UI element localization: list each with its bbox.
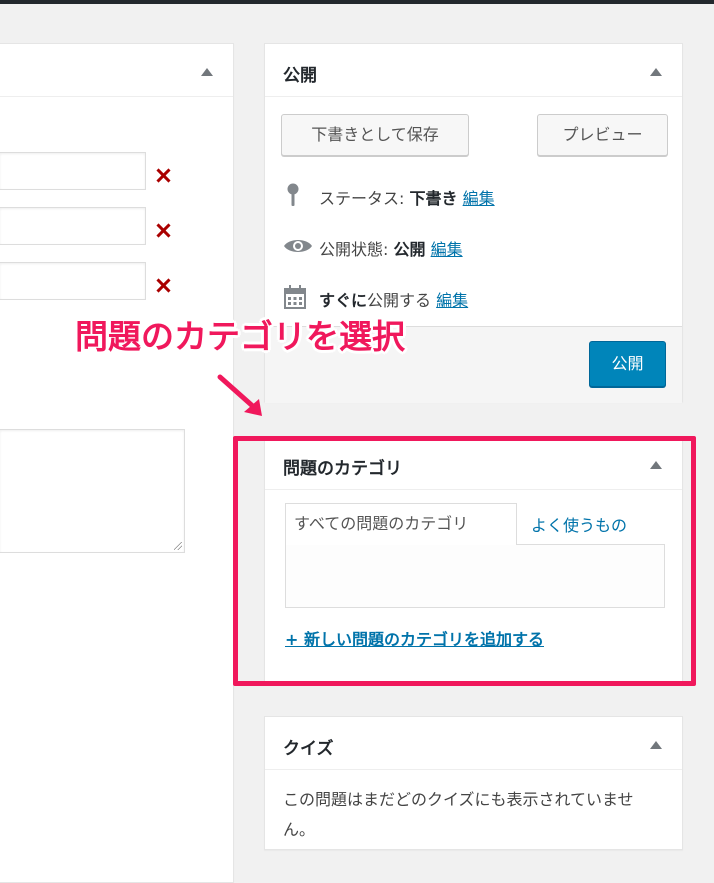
collapse-arrow-icon[interactable]	[650, 461, 662, 469]
collapse-arrow-icon[interactable]	[650, 741, 662, 749]
publish-button[interactable]: 公開	[589, 341, 666, 387]
tab-all-categories[interactable]: すべての問題のカテゴリ	[285, 503, 517, 545]
schedule-value: すぐに	[319, 291, 368, 310]
quiz-description: この問題はまだどのクイズにも表示されていません。	[283, 790, 634, 839]
answer-input-3[interactable]	[0, 262, 146, 300]
remove-answer-3-close-icon[interactable]	[156, 278, 170, 292]
annotation-label: 問題のカテゴリを選択	[75, 317, 405, 356]
category-box: 問題のカテゴリ すべての問題のカテゴリ よく使うもの + 新しい問題のカテゴリを…	[264, 436, 683, 682]
tab-popular-categories[interactable]: よく使うもの	[531, 512, 627, 536]
arrow-down-right-icon	[217, 374, 262, 416]
eye-icon	[284, 240, 312, 252]
quiz-box: クイズ この問題はまだどのクイズにも表示されていません。	[264, 716, 683, 850]
category-checklist[interactable]	[285, 544, 665, 608]
explanation-textarea[interactable]	[0, 429, 185, 553]
save-draft-button[interactable]: 下書きとして保存	[281, 114, 469, 156]
main-meta-box-header[interactable]	[0, 44, 233, 97]
visibility-label: 公開状態:	[319, 240, 389, 259]
visibility-value: 公開	[393, 240, 426, 259]
publish-box-header[interactable]: 公開	[265, 44, 682, 97]
pin-icon	[287, 183, 299, 206]
collapse-arrow-icon[interactable]	[201, 68, 213, 76]
main-meta-box	[0, 43, 234, 883]
status-edit-link[interactable]: 編集	[463, 189, 495, 208]
remove-answer-1-close-icon[interactable]	[156, 168, 170, 182]
quiz-box-title: クイズ	[283, 739, 334, 759]
schedule-edit-link[interactable]: 編集	[436, 291, 468, 310]
visibility-edit-link[interactable]: 編集	[431, 240, 463, 259]
quiz-box-header[interactable]: クイズ	[265, 717, 682, 770]
resize-grip-icon[interactable]	[174, 542, 182, 550]
schedule-label: 公開する	[367, 291, 432, 310]
category-box-header[interactable]: 問題のカテゴリ	[265, 437, 682, 490]
calendar-icon	[284, 285, 306, 309]
status-label: ステータス:	[319, 189, 405, 208]
category-box-title: 問題のカテゴリ	[283, 459, 402, 479]
preview-button[interactable]: プレビュー	[537, 114, 668, 156]
answer-input-1[interactable]	[0, 152, 146, 190]
admin-top-bar	[0, 0, 714, 4]
publish-box-title: 公開	[283, 66, 317, 86]
add-new-category-link[interactable]: + 新しい問題のカテゴリを追加する	[285, 626, 544, 650]
collapse-arrow-icon[interactable]	[650, 68, 662, 76]
status-value: 下書き	[409, 189, 458, 208]
answer-input-2[interactable]	[0, 207, 146, 245]
remove-answer-2-close-icon[interactable]	[156, 223, 170, 237]
